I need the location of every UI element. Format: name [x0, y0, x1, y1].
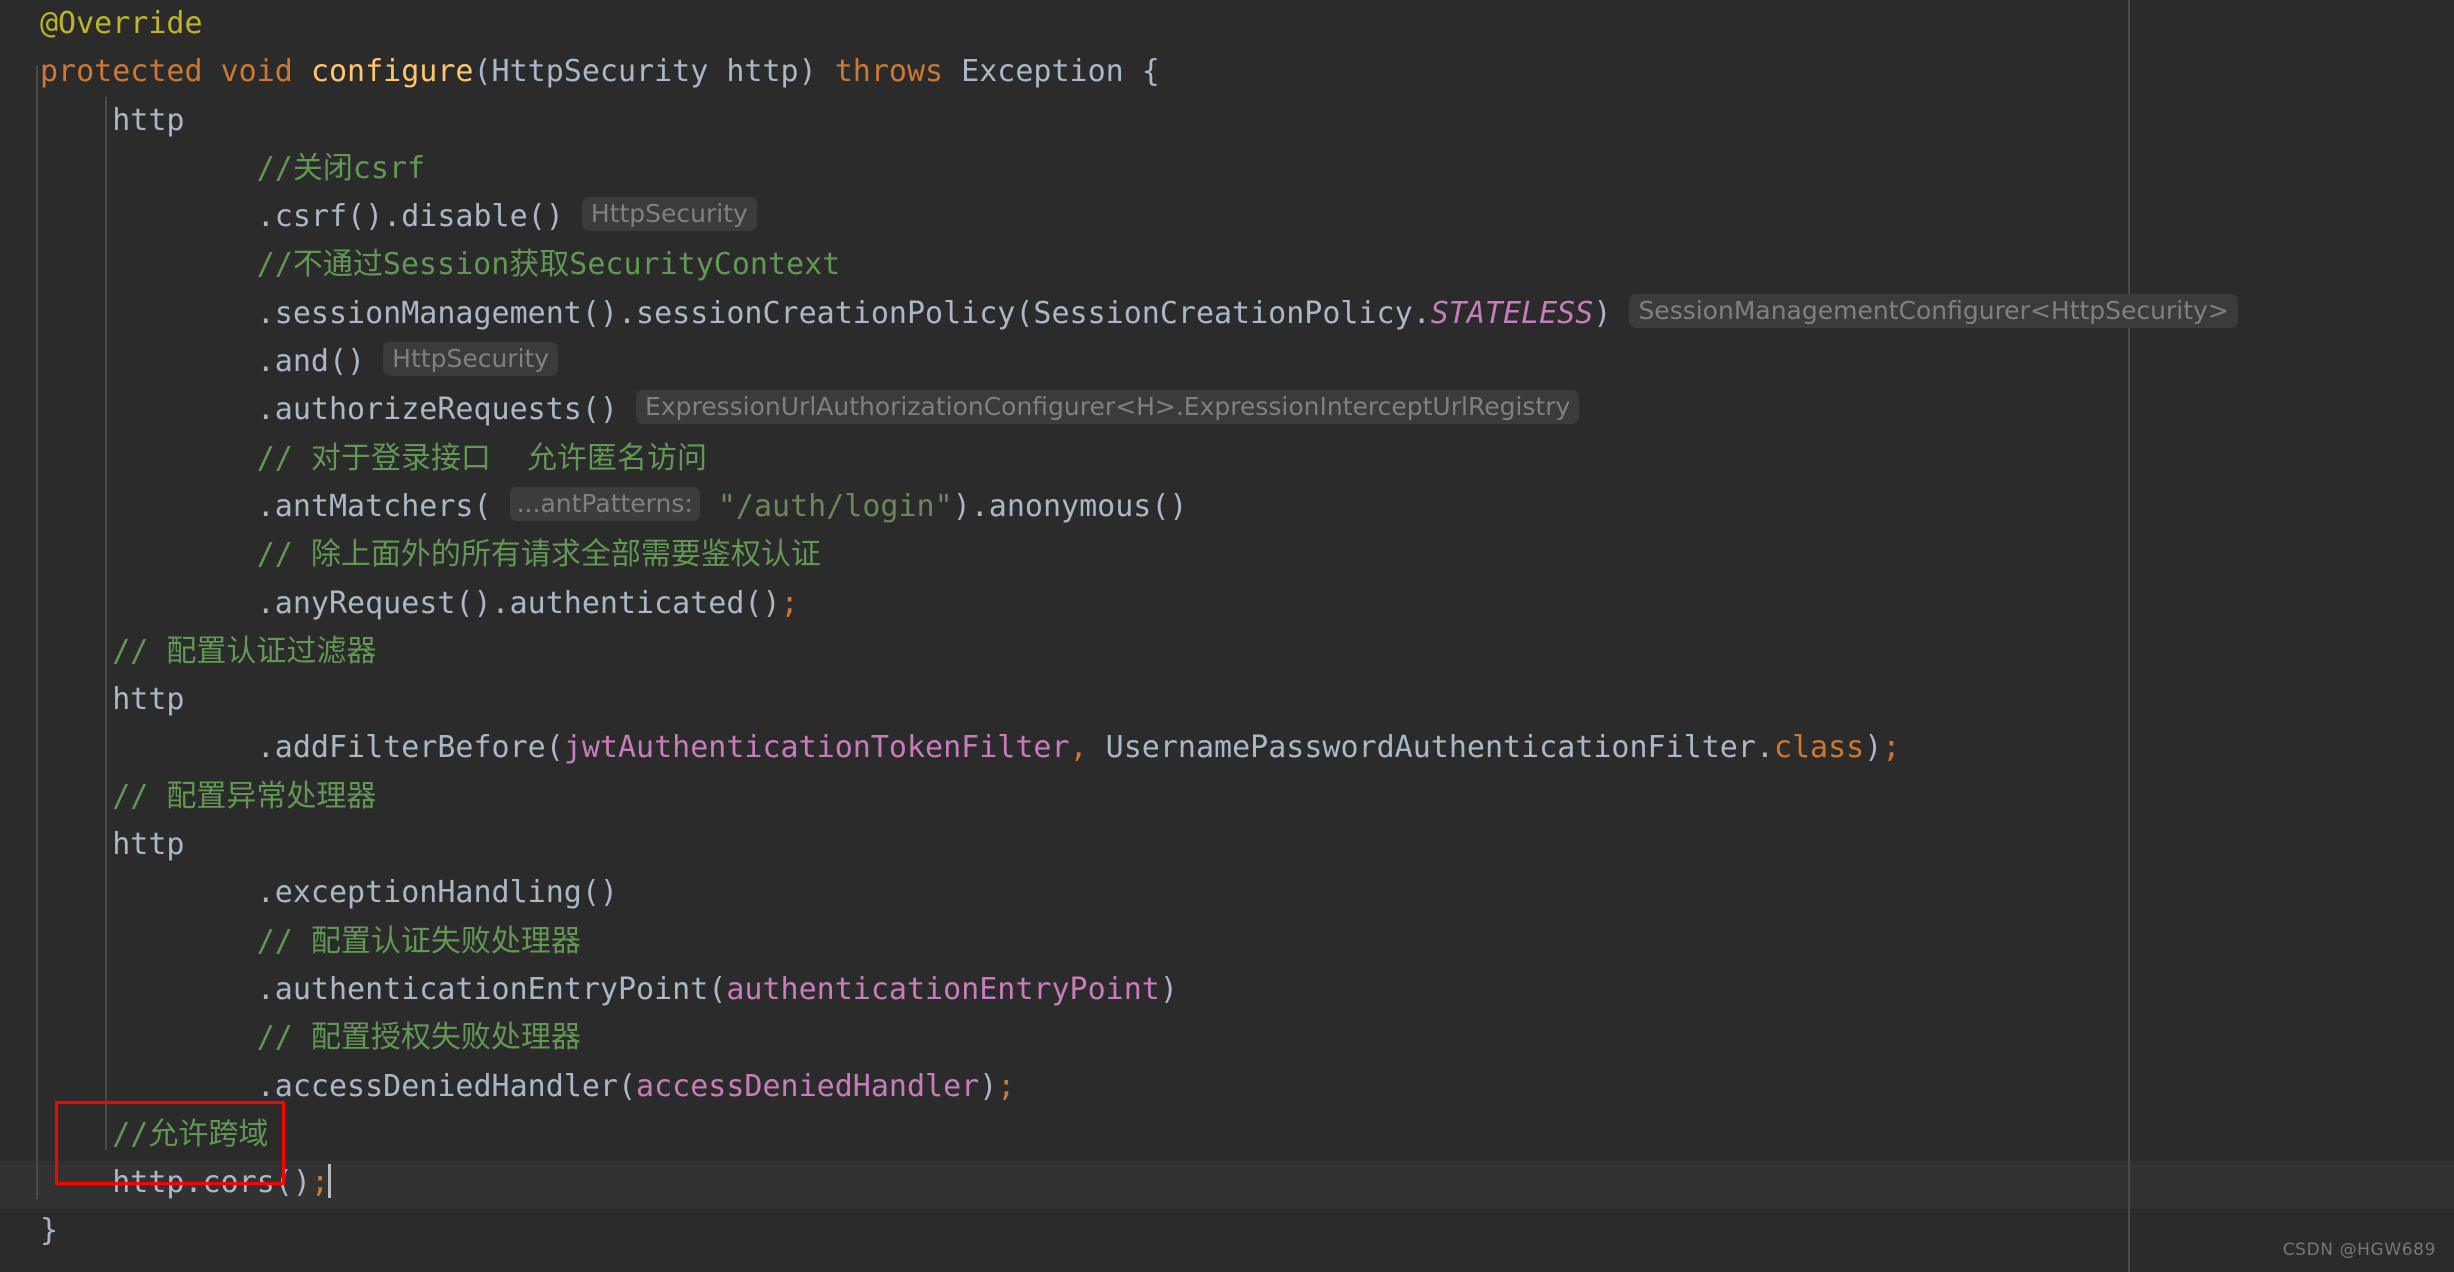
line-comment-login[interactable]: // 对于登录接口 允许匿名访问 [0, 435, 2454, 483]
line-authorize-requests[interactable]: .authorizeRequests() ExpressionUrlAuthor… [0, 386, 2454, 434]
code-token: .exceptionHandling() [40, 875, 618, 911]
code-token: Exception { [943, 54, 1160, 90]
code-token: // 配置异常处理器 [40, 778, 377, 814]
code-token: // 除上面外的所有请求全部需要鉴权认证 [40, 537, 821, 573]
inlay-hint: HttpSecurity [383, 342, 559, 377]
code-token: STATELESS [1430, 295, 1594, 331]
code-token: UsernamePasswordAuthenticationFilter. [1087, 730, 1774, 766]
line-comment-exception-handler[interactable]: // 配置异常处理器 [0, 773, 2454, 821]
code-token: protected [40, 54, 203, 90]
line-and[interactable]: .and() HttpSecurity [0, 338, 2454, 386]
line-comment-auth-fail[interactable]: // 配置认证失败处理器 [0, 918, 2454, 966]
line-add-filter-before[interactable]: .addFilterBefore(jwtAuthenticationTokenF… [0, 724, 2454, 772]
code-token: ; [780, 585, 799, 621]
line-csrf-disable[interactable]: .csrf().disable() HttpSecurity [0, 193, 2454, 241]
code-token: // 配置认证失败处理器 [40, 923, 581, 959]
code-token: .addFilterBefore( [40, 730, 564, 766]
code-token: ).anonymous() [952, 488, 1188, 524]
code-token: //不通过Session获取SecurityContext [40, 247, 841, 283]
code-token: // 配置授权失败处理器 [40, 1020, 581, 1056]
code-token: .accessDeniedHandler( [40, 1068, 637, 1104]
code-token: ) [979, 1068, 998, 1104]
code-token: ) [1593, 295, 1630, 331]
line-exception-handling[interactable]: .exceptionHandling() [0, 869, 2454, 917]
line-comment-csrf[interactable]: //关闭csrf [0, 145, 2454, 193]
code-token: ; [997, 1068, 1016, 1104]
code-token: ) [1864, 730, 1883, 766]
code-token: ; [310, 1165, 329, 1201]
line-comment-session[interactable]: //不通过Session获取SecurityContext [0, 241, 2454, 289]
inlay-hint: HttpSecurity [581, 197, 757, 232]
code-token: void [220, 54, 293, 90]
code-token: //允许跨域 [40, 1116, 269, 1152]
inlay-hint: SessionManagementConfigurer<HttpSecurity… [1629, 293, 2238, 328]
line-close-brace[interactable]: } [0, 1207, 2454, 1255]
code-token: .antMatchers( [40, 488, 510, 524]
line-method-signature[interactable]: protected void configure(HttpSecurity ht… [0, 48, 2454, 96]
inlay-hint: ...antPatterns: [509, 486, 700, 521]
line-any-request[interactable]: .anyRequest().authenticated(); [0, 580, 2454, 628]
code-token: http.cors() [40, 1165, 311, 1201]
code-token: (HttpSecurity http) [473, 54, 835, 90]
code-token: .and() [40, 344, 384, 380]
code-editor-viewport[interactable]: @Override protected void configure(HttpSe… [0, 0, 2454, 1272]
code-token: .authorizeRequests() [40, 392, 637, 428]
code-token: http [40, 827, 185, 863]
line-comment-all-requests[interactable]: // 除上面外的所有请求全部需要鉴权认证 [0, 531, 2454, 579]
line-comment-authz-fail[interactable]: // 配置授权失败处理器 [0, 1014, 2454, 1062]
code-token: //关闭csrf [40, 150, 426, 186]
code-token: ; [1882, 730, 1901, 766]
code-token: throws [834, 54, 944, 90]
watermark: CSDN @HGW689 [2282, 1240, 2436, 1260]
code-token: .sessionManagement().sessionCreationPoli… [40, 295, 1431, 331]
code-token: } [40, 1213, 59, 1249]
code-token: accessDeniedHandler [636, 1068, 980, 1104]
code-token: .csrf().disable() [40, 199, 582, 235]
code-token: .anyRequest().authenticated() [40, 585, 781, 621]
code-token: , [1069, 730, 1088, 766]
line-http-2[interactable]: http [0, 676, 2454, 724]
code-token: http [40, 102, 185, 138]
code-token: // 配置认证过滤器 [40, 633, 377, 669]
code-token: @Override [40, 6, 203, 41]
line-comment-cors[interactable]: //允许跨域 [0, 1111, 2454, 1159]
line-access-denied-handler[interactable]: .accessDeniedHandler(accessDeniedHandler… [0, 1063, 2454, 1111]
code-content[interactable]: @Override protected void configure(HttpSe… [0, 0, 2454, 1256]
code-token: .authenticationEntryPoint( [40, 971, 727, 1007]
line-session-management[interactable]: .sessionManagement().sessionCreationPoli… [0, 290, 2454, 338]
code-token: jwtAuthenticationTokenFilter [563, 730, 1070, 766]
code-token: configure [310, 54, 474, 90]
line-authentication-entry-point[interactable]: .authenticationEntryPoint(authentication… [0, 966, 2454, 1014]
code-token: http [40, 682, 185, 718]
code-token: authenticationEntryPoint [726, 971, 1160, 1007]
code-token: ) [1159, 971, 1178, 1007]
line-http-3[interactable]: http [0, 821, 2454, 869]
line-http-cors[interactable]: http.cors(); [0, 1159, 2454, 1207]
line-override[interactable]: @Override [0, 0, 2454, 48]
line-ant-matchers[interactable]: .antMatchers( ...antPatterns: "/auth/log… [0, 483, 2454, 531]
inlay-hint: ExpressionUrlAuthorizationConfigurer<H>.… [636, 390, 1580, 425]
code-token: // 对于登录接口 允许匿名访问 [40, 440, 708, 476]
line-comment-auth-filter[interactable]: // 配置认证过滤器 [0, 628, 2454, 676]
code-token: "/auth/login" [717, 488, 953, 524]
line-http-1[interactable]: http [0, 97, 2454, 145]
text-caret [328, 1164, 331, 1199]
code-token: class [1773, 730, 1865, 766]
